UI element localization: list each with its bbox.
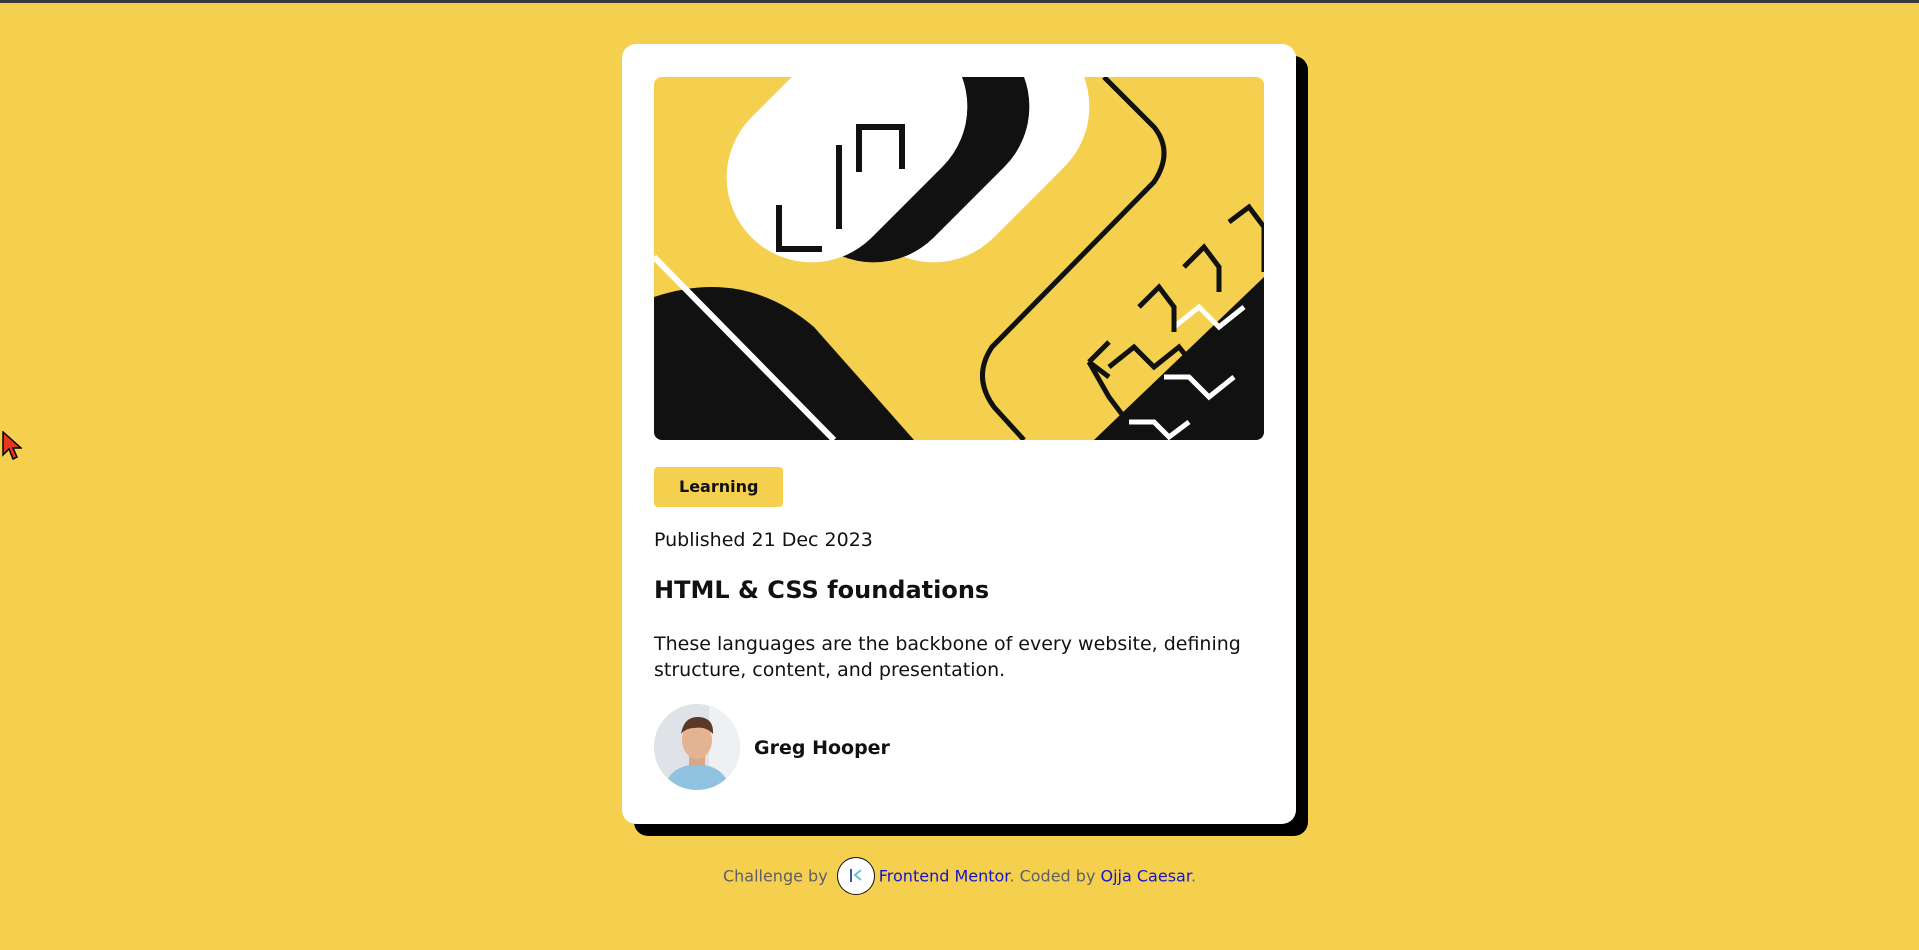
card-description: These languages are the backbone of ever… — [654, 633, 1241, 681]
frontend-mentor-logo-icon — [836, 857, 875, 895]
mouse-pointer-icon — [2, 431, 22, 461]
card-illustration — [654, 77, 1264, 440]
card-title[interactable]: HTML & CSS foundations — [654, 576, 989, 604]
author-name: Greg Hooper — [754, 737, 890, 759]
attribution: Challenge by Frontend Mentor. Coded by O… — [0, 857, 1919, 896]
attribution-middle: . Coded by — [1009, 866, 1096, 886]
frontend-mentor-link[interactable]: Frontend Mentor — [879, 867, 1010, 886]
blog-preview-card: Learning Published 21 Dec 2023 HTML & CS… — [622, 44, 1296, 824]
window-top-border — [0, 0, 1919, 3]
author-avatar — [654, 704, 740, 790]
coder-link[interactable]: Ojja Caesar — [1101, 867, 1191, 886]
attribution-prefix: Challenge by — [722, 866, 828, 886]
published-date: Published 21 Dec 2023 — [654, 529, 873, 551]
attribution-suffix: . — [1190, 866, 1197, 886]
category-tag: Learning — [654, 467, 784, 507]
